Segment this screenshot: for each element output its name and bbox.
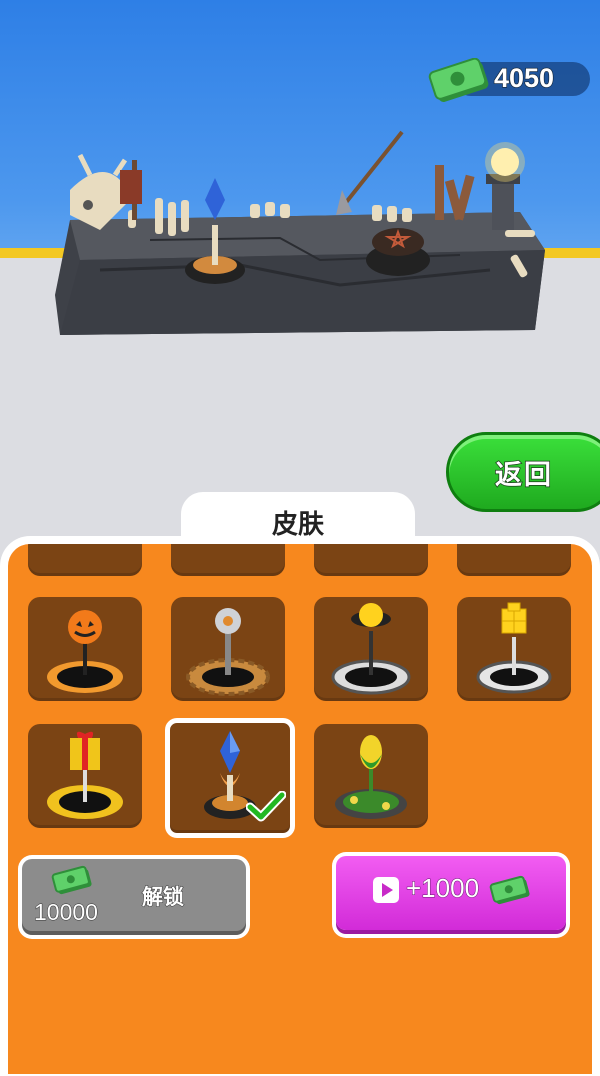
- skin-slot-blue-crystal[interactable]: [165, 718, 295, 838]
- showcase-platform: [55, 130, 545, 335]
- yellow-orb-pedestal-icon: [331, 603, 411, 695]
- currency-display: 4050: [428, 58, 592, 102]
- skin-slot[interactable]: [171, 544, 285, 576]
- cash-icon: [489, 875, 530, 905]
- unlock-button[interactable]: 10000 解锁: [18, 855, 250, 939]
- cash-icon: [428, 58, 489, 102]
- checkmark-icon: [246, 791, 286, 822]
- gear-orb-pedestal-icon: [186, 608, 270, 696]
- cash-icon: [51, 865, 92, 895]
- back-button-label: 返回: [494, 459, 553, 492]
- play-icon: [373, 877, 399, 903]
- watch-ad-button[interactable]: +1000: [332, 852, 570, 938]
- skin-slot[interactable]: [457, 544, 571, 576]
- flower-bud-pedestal-icon: [335, 735, 407, 819]
- skin-slot-gift[interactable]: [28, 724, 142, 828]
- skin-slot-pumpkin[interactable]: [28, 597, 142, 701]
- gift-pedestal-icon: [47, 731, 123, 819]
- skin-grid: [8, 544, 592, 1074]
- skin-slot[interactable]: [28, 544, 142, 576]
- pumpkin-pedestal-icon: [47, 610, 123, 693]
- back-button[interactable]: 返回: [446, 432, 600, 512]
- skin-slot-flower-bud[interactable]: [314, 724, 428, 828]
- skin-slot[interactable]: [314, 544, 428, 576]
- skin-slot-yellow-orb[interactable]: [314, 597, 428, 701]
- unlock-price: 10000: [34, 899, 99, 926]
- unlock-label: 解锁: [142, 885, 185, 910]
- yellow-cube-pedestal-icon: [476, 602, 552, 694]
- currency-amount: 4050: [493, 62, 555, 93]
- skin-slot-yellow-cube[interactable]: [457, 597, 571, 701]
- skin-slot-gear-orb[interactable]: [171, 597, 285, 701]
- ad-reward-amount: +1000: [405, 873, 480, 904]
